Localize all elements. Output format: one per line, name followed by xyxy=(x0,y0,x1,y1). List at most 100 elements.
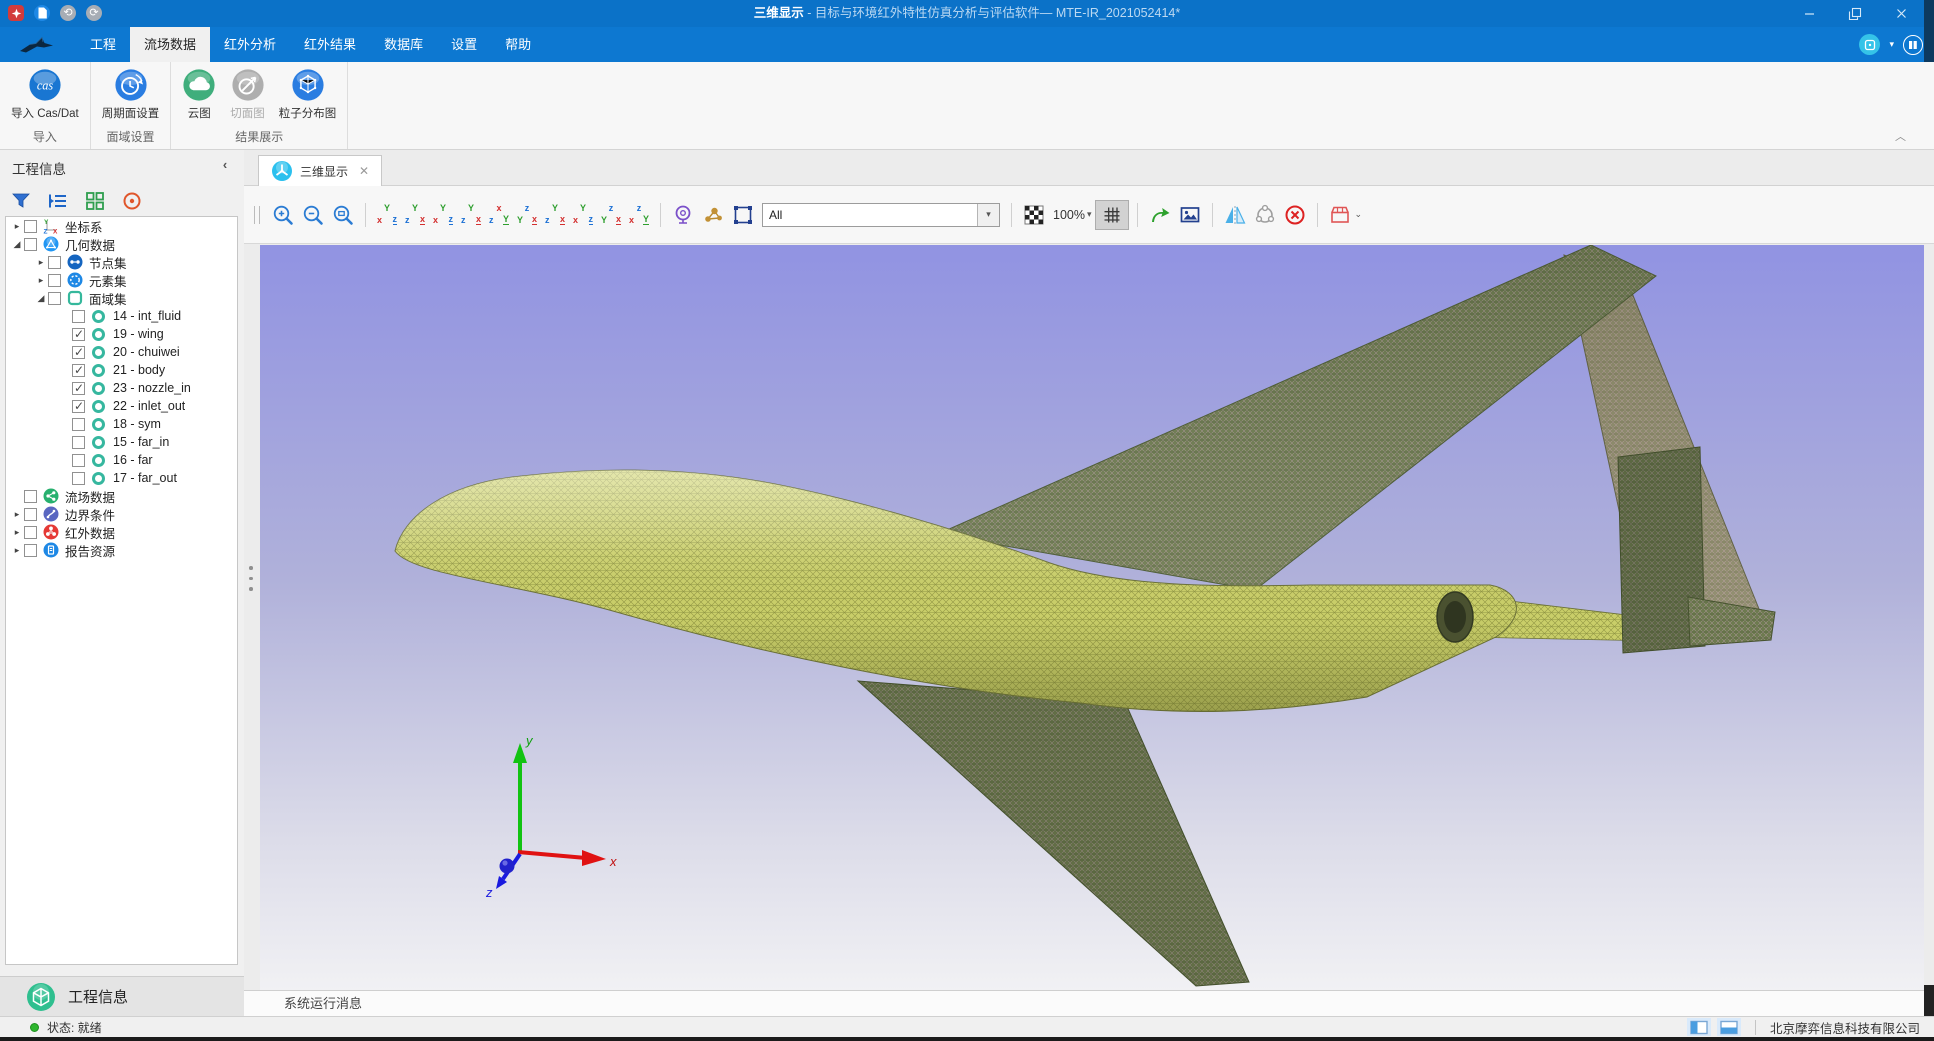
tree-item[interactable]: 流场数据 xyxy=(6,487,237,505)
collapse-panel-button[interactable]: ‹ xyxy=(216,157,234,177)
tree-item[interactable]: 15 - far_in xyxy=(6,433,237,451)
tree-item[interactable]: ▸边界条件 xyxy=(6,505,237,523)
tree-item[interactable]: 20 - chuiwei xyxy=(6,343,237,361)
tree-checkbox[interactable] xyxy=(48,256,61,269)
view-orientation-button-3[interactable]: Yxz xyxy=(430,202,456,228)
tree-checkbox[interactable] xyxy=(72,382,85,395)
tree-item[interactable]: 18 - sym xyxy=(6,415,237,433)
zoom-level-value[interactable]: 100% xyxy=(1053,208,1085,222)
panel-splitter-handle[interactable] xyxy=(248,566,254,591)
zoom-fit-button[interactable] xyxy=(329,201,357,229)
menu-item-7[interactable]: 帮助 xyxy=(491,27,545,62)
grid-view-icon[interactable] xyxy=(84,190,106,212)
view-orientation-button-7[interactable]: Yzx xyxy=(542,202,568,228)
tree-checkbox[interactable] xyxy=(72,472,85,485)
menu-item-1[interactable]: 工程 xyxy=(76,27,130,62)
tree-checkbox[interactable] xyxy=(24,526,37,539)
tree-checkbox[interactable] xyxy=(24,544,37,557)
tree-checkbox[interactable] xyxy=(72,328,85,341)
view-orientation-button-9[interactable]: zYx xyxy=(598,202,624,228)
tree-checkbox[interactable] xyxy=(24,220,37,233)
expand-arrow-icon[interactable]: ▸ xyxy=(10,221,24,232)
ring-nodes-button[interactable] xyxy=(1251,201,1279,229)
box-select-button[interactable] xyxy=(729,201,757,229)
tree-item[interactable]: ▸元素集 xyxy=(6,271,237,289)
close-button[interactable] xyxy=(1878,0,1924,27)
tree-item[interactable]: 21 - body xyxy=(6,361,237,379)
tree-checkbox[interactable] xyxy=(72,418,85,431)
view-orientation-button-10[interactable]: zxY xyxy=(626,202,652,228)
tree-item[interactable]: ▸红外数据 xyxy=(6,523,237,541)
combobox-dropdown-icon[interactable]: ▾ xyxy=(977,204,999,226)
tree-checkbox[interactable] xyxy=(72,364,85,377)
expand-arrow-icon[interactable]: ▸ xyxy=(34,257,48,268)
minimize-button[interactable] xyxy=(1786,0,1832,27)
view-orientation-button-8[interactable]: Yxz xyxy=(570,202,596,228)
tree-item[interactable]: 23 - nozzle_in xyxy=(6,379,237,397)
package-dropdown-icon[interactable]: ⌄ xyxy=(1355,209,1363,220)
tree-item[interactable]: 19 - wing xyxy=(6,325,237,343)
ribbon-button[interactable]: 粒子分布图 xyxy=(272,66,344,123)
zoom-in-button[interactable] xyxy=(269,201,297,229)
particles-display-button[interactable] xyxy=(699,201,727,229)
expand-arrow-icon[interactable]: ◢ xyxy=(34,293,48,304)
probe-point-button[interactable] xyxy=(669,201,697,229)
chevron-down-icon[interactable]: ▾ xyxy=(1889,39,1894,50)
mirror-button[interactable] xyxy=(1221,201,1249,229)
menu-item-5[interactable]: 数据库 xyxy=(370,27,437,62)
expand-arrow-icon[interactable]: ▸ xyxy=(10,545,24,556)
tree-checkbox[interactable] xyxy=(72,400,85,413)
menu-item-6[interactable]: 设置 xyxy=(437,27,491,62)
tree-checkbox[interactable] xyxy=(48,274,61,287)
tree-checkbox[interactable] xyxy=(24,508,37,521)
new-document-button[interactable] xyxy=(34,5,50,21)
redo-button[interactable]: ⟳ xyxy=(86,5,102,21)
viewport-3d-canvas[interactable]: x y z xyxy=(260,245,1924,990)
tree-checkbox[interactable] xyxy=(48,292,61,305)
menu-item-3[interactable]: 红外分析 xyxy=(210,27,290,62)
tree-item[interactable]: ▸YZX坐标系 xyxy=(6,217,237,235)
ribbon-button[interactable]: cas导入 Cas/Dat xyxy=(4,66,86,123)
zoom-dropdown-icon[interactable]: ▾ xyxy=(1087,209,1092,220)
tree-item[interactable]: 16 - far xyxy=(6,451,237,469)
tree-item[interactable]: ▸节点集 xyxy=(6,253,237,271)
tree-item[interactable]: 14 - int_fluid xyxy=(6,307,237,325)
undo-button[interactable]: ⟲ xyxy=(60,5,76,21)
tree-item[interactable]: 22 - inlet_out xyxy=(6,397,237,415)
tree-checkbox[interactable] xyxy=(72,310,85,323)
tab-close-icon[interactable]: ✕ xyxy=(359,164,369,178)
mesh-grid-toggle[interactable] xyxy=(1095,200,1129,230)
toolbar-drag-handle[interactable] xyxy=(254,206,260,224)
tree-checkbox[interactable] xyxy=(72,346,85,359)
menu-item-4[interactable]: 红外结果 xyxy=(290,27,370,62)
filter-icon[interactable] xyxy=(10,190,32,212)
display-set-combobox[interactable]: All ▾ xyxy=(762,203,1000,227)
tree-checkbox[interactable] xyxy=(72,436,85,449)
screenshot-button[interactable] xyxy=(1176,201,1204,229)
tree-item[interactable]: ◢几何数据 xyxy=(6,235,237,253)
view-orientation-button-4[interactable]: Yzx xyxy=(458,202,484,228)
app-menu-button[interactable] xyxy=(8,5,24,21)
collapse-ribbon-icon[interactable]: ︿ xyxy=(1895,128,1906,144)
view-orientation-button-1[interactable]: Yxz xyxy=(374,202,400,228)
tree-checkbox[interactable] xyxy=(24,238,37,251)
package-save-button[interactable] xyxy=(1326,201,1354,229)
expand-arrow-icon[interactable]: ▸ xyxy=(34,275,48,286)
expand-arrow-icon[interactable]: ◢ xyxy=(10,239,24,250)
tree-item[interactable]: ◢面域集 xyxy=(6,289,237,307)
transparency-checker-icon[interactable] xyxy=(1020,201,1048,229)
restore-button[interactable] xyxy=(1832,0,1878,27)
menu-item-2[interactable]: 流场数据 xyxy=(130,27,210,62)
ribbon-button[interactable]: 周期面设置 xyxy=(95,66,167,123)
expand-arrow-icon[interactable]: ▸ xyxy=(10,527,24,538)
tree-item[interactable]: 17 - far_out xyxy=(6,469,237,487)
export-arrow-button[interactable] xyxy=(1146,201,1174,229)
list-settings-icon[interactable] xyxy=(47,190,69,212)
zoom-out-button[interactable] xyxy=(299,201,327,229)
view-orientation-button-6[interactable]: zYx xyxy=(514,202,540,228)
project-info-bottom-button[interactable]: 工程信息 xyxy=(0,976,244,1016)
style-switch-button[interactable] xyxy=(1903,35,1923,55)
view-orientation-button-2[interactable]: Yzx xyxy=(402,202,428,228)
tree-checkbox[interactable] xyxy=(24,490,37,503)
cancel-button[interactable] xyxy=(1281,201,1309,229)
